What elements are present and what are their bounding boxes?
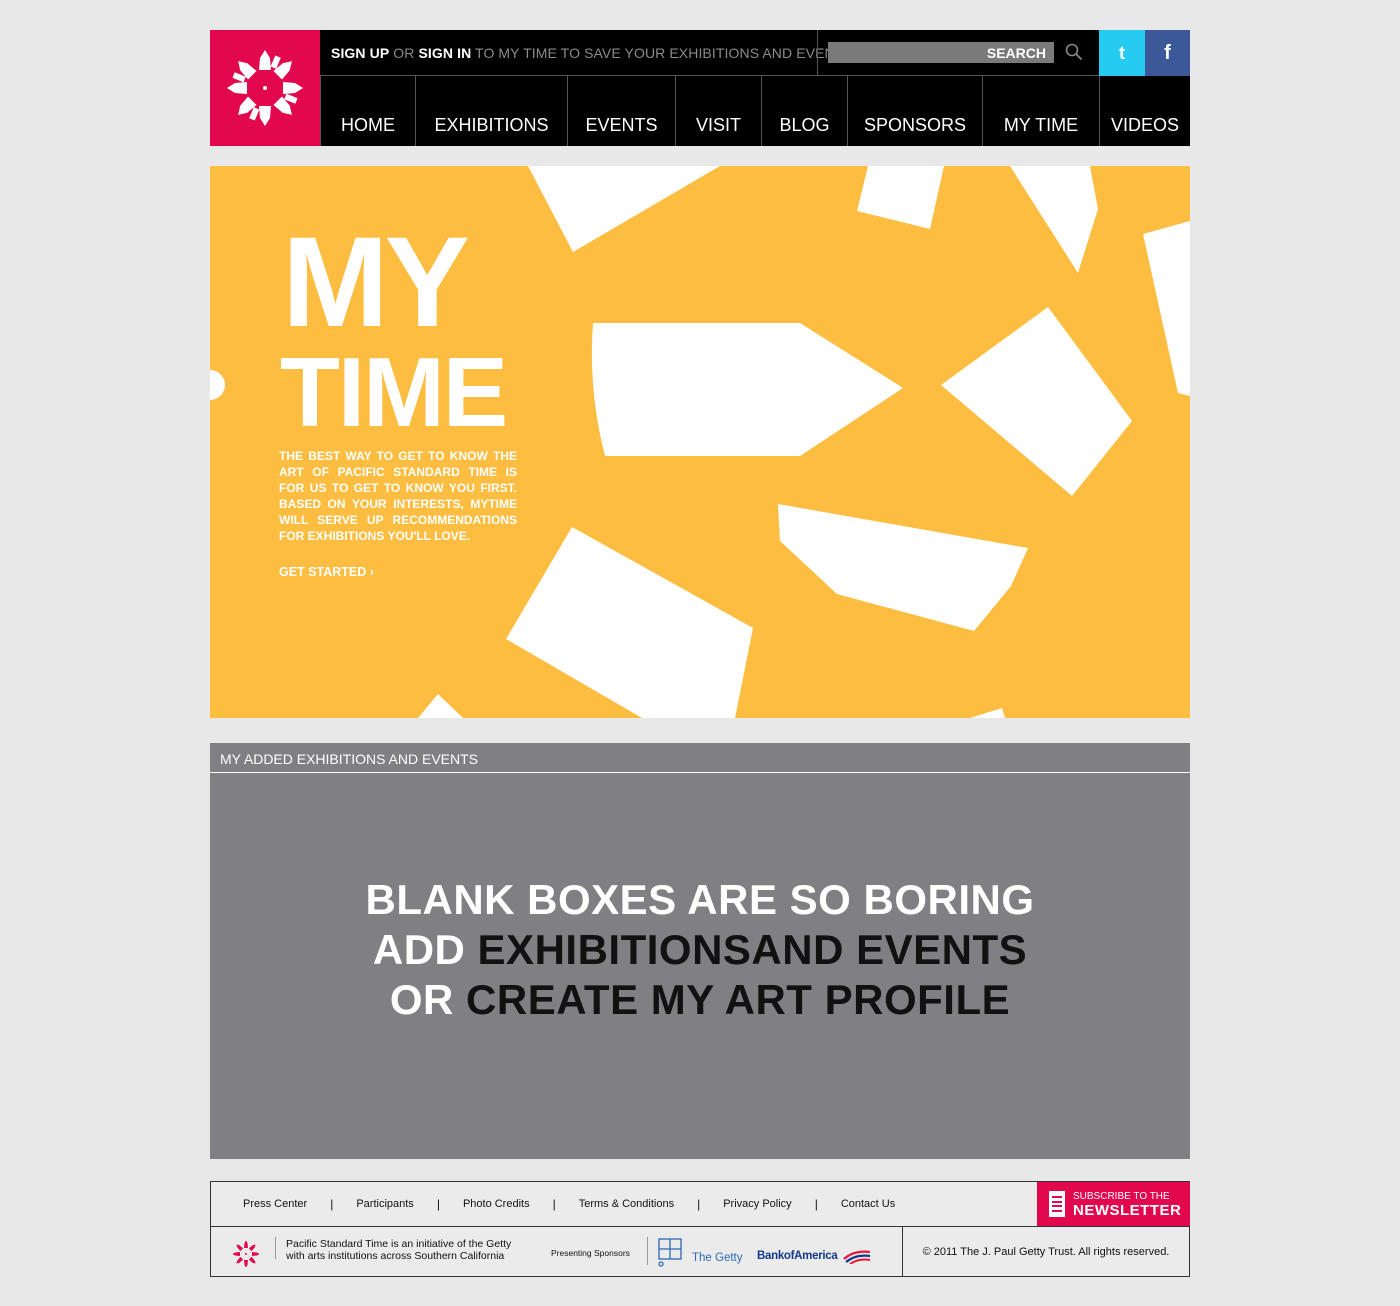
search-input[interactable] — [828, 42, 1054, 63]
search-icon[interactable] — [1062, 40, 1086, 64]
section-heading: MY ADDED EXHIBITIONS AND EVENTS — [210, 743, 1190, 773]
my-time-hero: MY TIME THE BEST WAY TO GET TO KNOW THE … — [210, 166, 1190, 718]
signup-prompt: SIGN UP OR SIGN IN TO MY TIME TO SAVE YO… — [331, 45, 853, 61]
empty-state-line3: OR CREATE MY ART PROFILE — [210, 975, 1190, 1025]
nav-home[interactable]: HOME — [320, 76, 415, 146]
facebook-glyph: f — [1164, 41, 1171, 64]
participants-link[interactable]: Participants — [356, 1198, 413, 1210]
presenting-sponsors-label: Presenting Sponsors — [551, 1248, 630, 1258]
twitter-icon[interactable]: t — [1099, 30, 1145, 76]
newsletter-subscribe-button[interactable]: SUBSCRIBE TO THE NEWSLETTER — [1037, 1182, 1190, 1227]
initiative-line1: Pacific Standard Time is an initiative o… — [286, 1238, 512, 1250]
initiative-line2: with arts institutions across Southern C… — [286, 1250, 505, 1262]
bank-of-america-flag-icon — [842, 1250, 872, 1269]
sign-in-link[interactable]: SIGN IN — [418, 45, 471, 61]
link-separator: | — [552, 1197, 556, 1211]
main-nav: HOME EXHIBITIONS EVENTS VISIT BLOG SPONS… — [320, 76, 1190, 146]
footer-divider — [275, 1237, 276, 1259]
press-center-link[interactable]: Press Center — [243, 1198, 307, 1210]
hero-title-line1: MY — [282, 211, 470, 354]
facebook-icon[interactable]: f — [1145, 30, 1190, 76]
page-wrapper: SIGN UP OR SIGN IN TO MY TIME TO SAVE YO… — [210, 30, 1190, 1277]
nav-exhibitions[interactable]: EXHIBITIONS — [415, 76, 567, 146]
added-exhibitions-section: MY ADDED EXHIBITIONS AND EVENTS BLANK BO… — [210, 743, 1190, 1159]
newsletter-icon — [1049, 1191, 1065, 1217]
account-bar: SIGN UP OR SIGN IN TO MY TIME TO SAVE YO… — [320, 30, 1190, 76]
link-separator: | — [814, 1197, 818, 1211]
site-footer: Press Center | Participants | Photo Cred… — [210, 1181, 1190, 1277]
create-art-profile-link[interactable]: CREATE MY ART PROFILE — [466, 976, 1010, 1023]
nav-blog[interactable]: BLOG — [761, 76, 847, 146]
privacy-policy-link[interactable]: Privacy Policy — [723, 1198, 791, 1210]
add-exhibitions-link[interactable]: EXHIBITIONSAND EVENTS — [478, 926, 1028, 973]
hero-title: MY TIME — [280, 219, 508, 447]
empty-state-message: BLANK BOXES ARE SO BORING ADD EXHIBITION… — [210, 875, 1190, 1025]
link-separator: | — [330, 1197, 334, 1211]
hero-description: THE BEST WAY TO GET TO KNOW THE ART OF P… — [279, 449, 517, 543]
add-prefix: ADD — [372, 926, 478, 973]
subscribe-big-text: NEWSLETTER — [1073, 1202, 1182, 1219]
initiative-text: Pacific Standard Time is an initiative o… — [286, 1238, 511, 1262]
get-started-link[interactable]: GET STARTED › — [279, 565, 374, 579]
link-separator: | — [436, 1197, 440, 1211]
twitter-glyph: t — [1119, 42, 1125, 63]
site-header: SIGN UP OR SIGN IN TO MY TIME TO SAVE YO… — [210, 30, 1190, 146]
sign-up-link[interactable]: SIGN UP — [331, 45, 389, 61]
getty-logo-icon[interactable] — [657, 1237, 687, 1272]
hero-title-line2: TIME — [280, 337, 508, 447]
signup-rest-text: TO MY TIME TO SAVE YOUR EXHIBITIONS AND … — [475, 45, 853, 61]
subscribe-text: SUBSCRIBE TO THE NEWSLETTER — [1073, 1190, 1181, 1218]
nav-visit[interactable]: VISIT — [675, 76, 761, 146]
nav-events[interactable]: EVENTS — [567, 76, 675, 146]
link-separator: | — [697, 1197, 701, 1211]
pst-logo-icon — [231, 1239, 261, 1274]
sunburst-logo-icon[interactable] — [210, 30, 320, 146]
search-area — [817, 30, 1099, 76]
contact-us-link[interactable]: Contact Us — [841, 1198, 895, 1210]
getty-name[interactable]: The Getty — [692, 1252, 743, 1264]
or-prefix: OR — [389, 976, 467, 1023]
nav-videos[interactable]: VIDEOS — [1099, 76, 1190, 146]
photo-credits-link[interactable]: Photo Credits — [463, 1198, 530, 1210]
bank-of-america-logo[interactable]: BankofAmerica — [757, 1250, 838, 1262]
footer-credits: Pacific Standard Time is an initiative o… — [211, 1227, 1189, 1276]
footer-links: Press Center | Participants | Photo Cred… — [211, 1182, 1037, 1227]
copyright-text: © 2011 The J. Paul Getty Trust. All righ… — [902, 1227, 1189, 1276]
empty-state-line1: BLANK BOXES ARE SO BORING — [365, 876, 1035, 923]
terms-link[interactable]: Terms & Conditions — [579, 1198, 674, 1210]
or-text: OR — [393, 45, 415, 61]
empty-state-line2: ADD EXHIBITIONSAND EVENTS — [210, 925, 1190, 975]
nav-my-time[interactable]: MY TIME — [982, 76, 1099, 146]
nav-sponsors[interactable]: SPONSORS — [847, 76, 982, 146]
footer-divider — [647, 1237, 648, 1265]
